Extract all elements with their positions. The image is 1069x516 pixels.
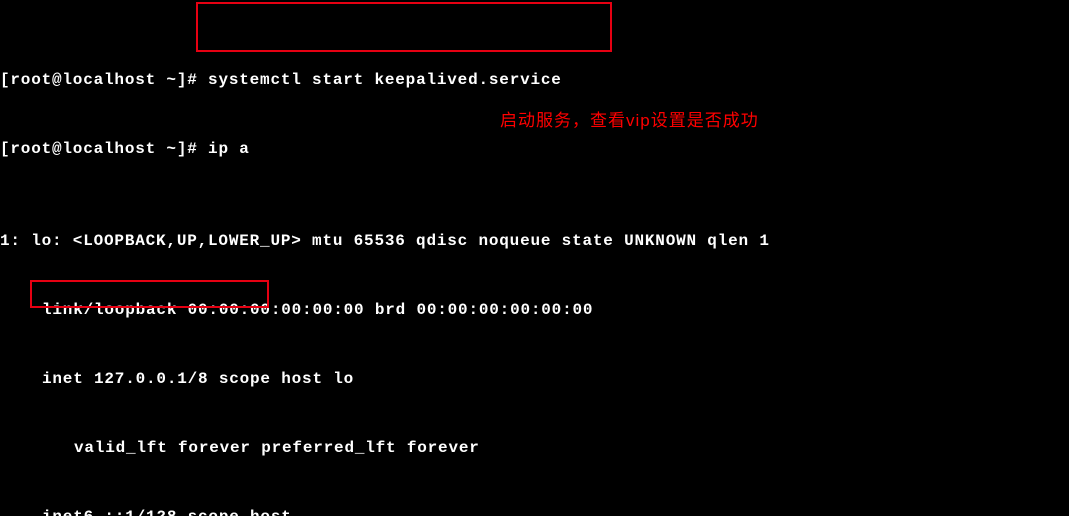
iface-lo-header: 1: lo: <LOOPBACK,UP,LOWER_UP> mtu 65536 … <box>0 230 1069 253</box>
prompt-line-2: [root@localhost ~]# ip a <box>0 138 1069 161</box>
terminal-output[interactable]: [root@localhost ~]# systemctl start keep… <box>0 0 1069 516</box>
prompt-user-host: [root@localhost ~]# <box>0 71 198 89</box>
command-1: systemctl start keepalived.service <box>208 71 562 89</box>
iface-lo-link: link/loopback 00:00:00:00:00:00 brd 00:0… <box>0 299 1069 322</box>
command-2: ip a <box>208 140 250 158</box>
iface-lo-valid: valid_lft forever preferred_lft forever <box>0 437 1069 460</box>
iface-lo-inet6: inet6 ::1/128 scope host <box>0 506 1069 516</box>
highlight-box-commands <box>196 2 612 52</box>
annotation-text: 启动服务，查看vip设置是否成功 <box>500 109 759 132</box>
prompt-line-1: [root@localhost ~]# systemctl start keep… <box>0 69 1069 92</box>
iface-lo-inet: inet 127.0.0.1/8 scope host lo <box>0 368 1069 391</box>
prompt-user-host: [root@localhost ~]# <box>0 140 198 158</box>
